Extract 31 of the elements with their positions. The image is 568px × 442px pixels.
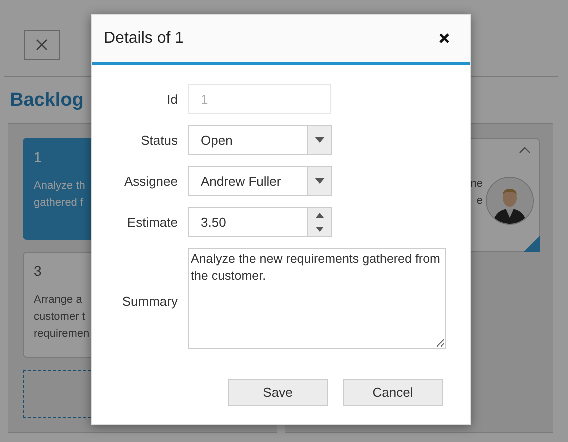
close-icon[interactable] xyxy=(439,33,450,44)
field-label: Summary xyxy=(121,294,178,308)
card-text-line: e xyxy=(476,194,483,209)
save-button[interactable]: Save xyxy=(228,379,328,406)
field-label: Id xyxy=(166,92,178,106)
close-icon xyxy=(36,39,48,51)
dropdown[interactable]: Andrew Fuller xyxy=(188,166,332,196)
card-text-line: Analyze th xyxy=(34,179,86,194)
cancel-button[interactable]: Cancel xyxy=(343,379,443,406)
field-label: Status xyxy=(140,132,178,148)
card-text-line: gathered f xyxy=(34,196,84,211)
field-label: Estimate xyxy=(126,214,178,230)
card-id: 1 xyxy=(34,149,42,166)
corner-marker xyxy=(524,236,540,252)
up-arrow-icon[interactable] xyxy=(316,212,324,218)
summary-field[interactable]: Analyze the new requirements gathered from the customer. xyxy=(188,248,446,349)
dropdown[interactable]: Open xyxy=(188,125,332,155)
card-text-line: customer t xyxy=(34,310,86,325)
column-title: Backlog xyxy=(10,90,84,113)
caret-icon xyxy=(314,137,324,143)
card-text-line: ne xyxy=(470,177,483,192)
card-id: 3 xyxy=(34,262,42,280)
chevron-icon[interactable] xyxy=(519,147,531,154)
close-button[interactable] xyxy=(24,30,60,60)
caret-icon xyxy=(314,178,324,184)
field-label: Assignee xyxy=(124,174,178,188)
numeric-field[interactable]: 3.50 xyxy=(188,207,332,237)
dialog-title: Details of 1 xyxy=(104,30,184,48)
card-text-line: requiremen xyxy=(34,326,90,342)
down-arrow-icon[interactable] xyxy=(316,226,324,232)
card-text-line: Arrange a xyxy=(34,292,82,308)
